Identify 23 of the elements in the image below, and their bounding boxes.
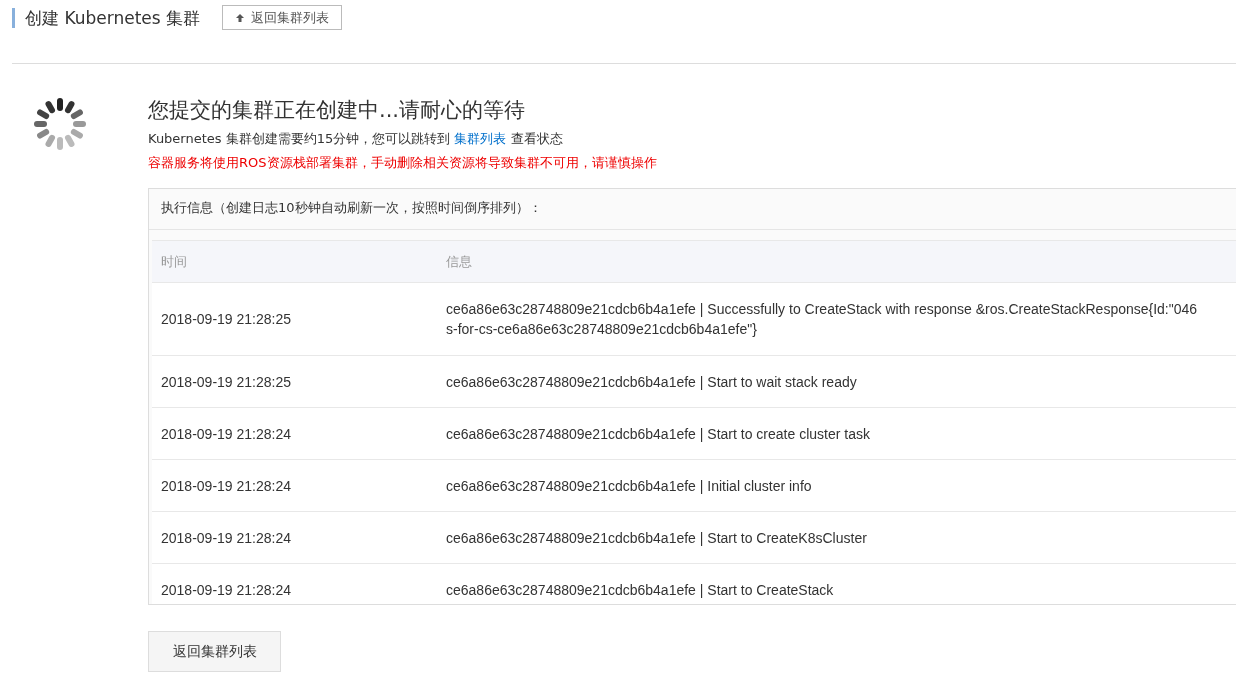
message-cell-text: ce6a86e63c28748809e21cdcb6b4a1efe | Start to CreateK8sCluster [445, 528, 868, 548]
time-cell-text: 2018-09-19 21:28:24 [160, 528, 292, 548]
time-cell-text: 2018-09-19 21:28:25 [160, 372, 292, 392]
time-cell-text: 2018-09-19 21:28:25 [160, 310, 292, 329]
column-header: 信息 [445, 252, 473, 271]
page-title: 创建 Kubernetes 集群 [12, 7, 201, 28]
back-to-list-button[interactable]: 返回集群列表 [148, 631, 281, 672]
back-to-list-button[interactable]: 返回集群列表 [222, 5, 343, 30]
up-arrow-icon [235, 12, 246, 23]
time-cell-text: 2018-09-19 21:28:24 [160, 476, 292, 496]
warning-text: 容器服务将使用ROS资源栈部署集群，手动删除相关资源将导致集群不可用，请谨慎操作 [148, 154, 658, 172]
time-cell-text: 2018-09-19 21:28:24 [160, 580, 292, 600]
message-cell-text: ce6a86e63c28748809e21cdcb6b4a1efe | Successfully to CreateStack with response &ros.CreateStackResponse{Id:"046 s-for-cs-ce6a86e63c28748809e21cdcb6b4a1efe"} [445, 300, 1199, 339]
message-cell-text: ce6a86e63c28748809e21cdcb6b4a1efe | Start to CreateStack [445, 580, 835, 600]
message-cell-text: ce6a86e63c28748809e21cdcb6b4a1efe | Initial cluster info [445, 476, 813, 496]
creating-heading: 您提交的集群正在创建中...请耐心的等待 [148, 97, 527, 124]
message-cell-text: ce6a86e63c28748809e21cdcb6b4a1efe | Start to wait stack ready [445, 372, 858, 392]
panel-title: 执行信息（创建日志10秒钟自动刷新一次，按照时间倒序排列）： [149, 189, 1236, 230]
cluster-list-link[interactable]: 集群列表 [454, 131, 507, 146]
time-cell-text: 2018-09-19 21:28:24 [160, 424, 292, 444]
info-text: Kubernetes 集群创建需要约15分钟，您可以跳转到 集群列表 查看状态 [148, 130, 564, 148]
column-header: 时间 [160, 252, 188, 271]
message-cell-text: ce6a86e63c28748809e21cdcb6b4a1efe | Start to create cluster task [445, 424, 871, 444]
